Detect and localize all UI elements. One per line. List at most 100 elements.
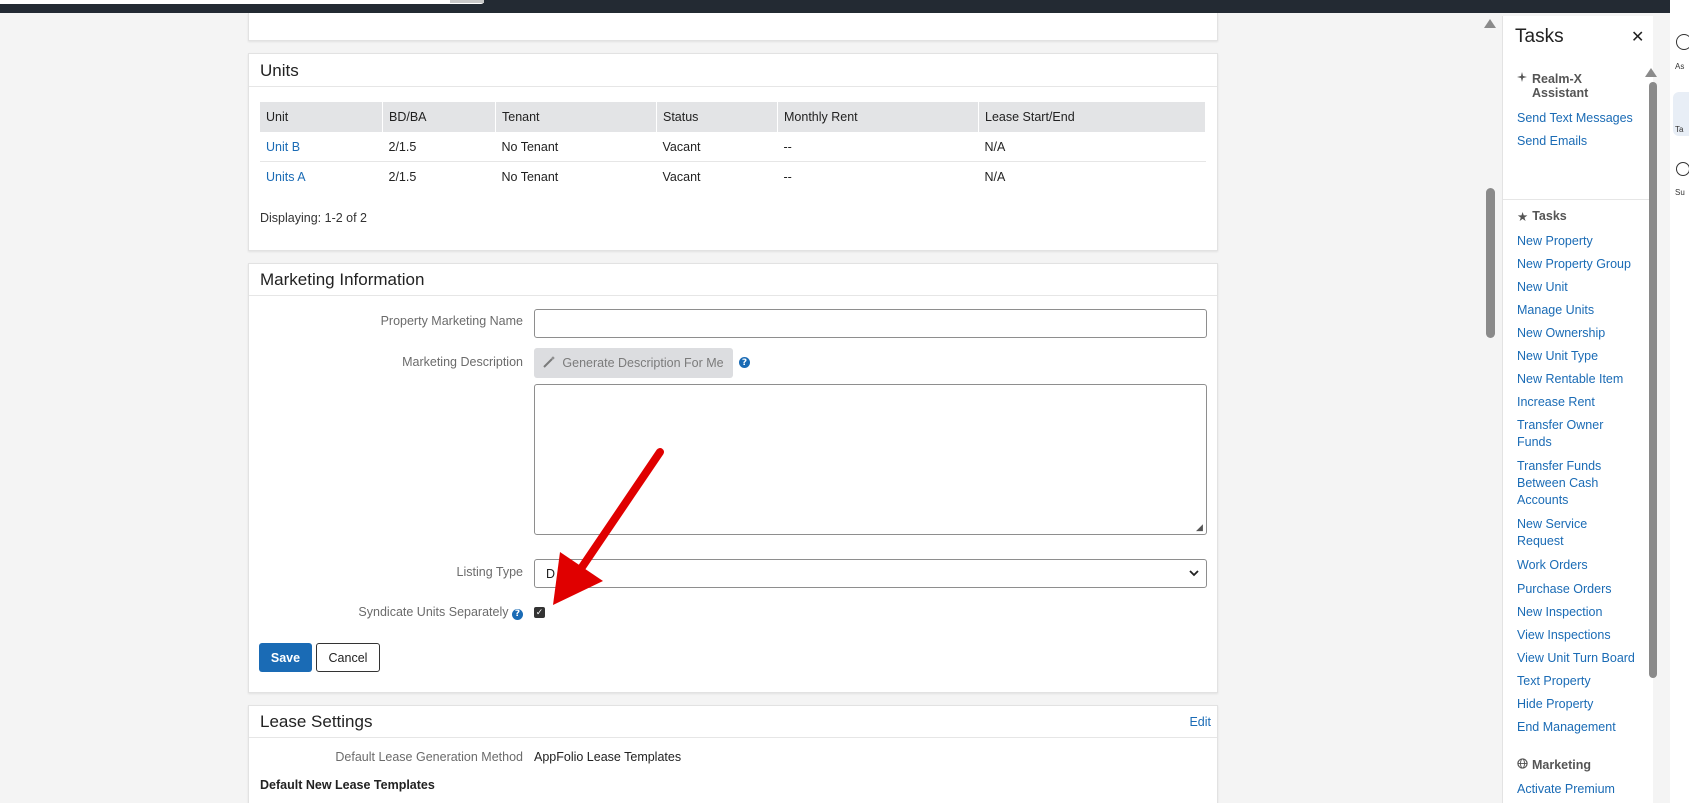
page-scrollbar-thumb[interactable] — [1486, 188, 1495, 338]
units-table: Unit BD/BA Tenant Status Monthly Rent Le… — [260, 102, 1206, 191]
task-link[interactable]: End Management — [1517, 719, 1637, 736]
task-link[interactable]: View Unit Turn Board — [1517, 650, 1637, 667]
globe-icon — [1517, 758, 1528, 772]
lease-settings-card: Lease Settings Edit Default Lease Genera… — [248, 705, 1218, 803]
page-scroll-up-arrow[interactable] — [1484, 19, 1496, 28]
table-row: Units A 2/1.5 No Tenant Vacant -- N/A — [260, 162, 1206, 192]
lease-edit-link[interactable]: Edit — [1189, 715, 1211, 729]
task-link[interactable]: View Inspections — [1517, 627, 1637, 644]
assistant-icon[interactable] — [1676, 34, 1689, 50]
table-cell: N/A — [984, 169, 1006, 184]
generate-description-label: Generate Description For Me — [562, 356, 724, 370]
marketing-name-label: Property Marketing Name — [380, 314, 523, 328]
task-link[interactable]: Work Orders — [1517, 557, 1637, 574]
panel-scroll-up-arrow[interactable] — [1645, 68, 1657, 77]
task-link[interactable]: New Rentable Item — [1517, 371, 1637, 388]
marketing-description-label: Marketing Description — [402, 355, 523, 369]
pagination-summary: Displaying: 1-2 of 2 — [260, 211, 368, 225]
task-link[interactable]: Manage Units — [1517, 302, 1637, 319]
task-link[interactable]: Transfer Funds Between Cash Accounts — [1517, 458, 1617, 509]
task-link[interactable]: New Property — [1517, 233, 1637, 250]
lease-title-divider — [249, 737, 1217, 738]
panel-divider — [1503, 199, 1653, 200]
right-strip-label: Su — [1675, 188, 1685, 197]
panel-scrollbar-thumb[interactable] — [1649, 82, 1657, 678]
table-cell: 2/1.5 — [382, 132, 496, 162]
task-link[interactable]: Purchase Orders — [1517, 581, 1637, 598]
task-link[interactable]: New Unit — [1517, 279, 1637, 296]
task-link[interactable]: Hide Property — [1517, 696, 1637, 713]
table-cell: No Tenant — [495, 132, 657, 162]
units-card: Units Unit BD/BA Tenant Status Monthly R… — [248, 53, 1218, 251]
address-bar[interactable] — [0, 0, 484, 4]
annotation-arrow — [553, 448, 664, 605]
marketing-name-input[interactable] — [534, 309, 1207, 338]
task-link[interactable]: New Unit Type — [1517, 348, 1637, 365]
cancel-button[interactable]: Cancel — [316, 643, 380, 672]
task-link[interactable]: Transfer Owner Funds — [1517, 417, 1627, 451]
save-button[interactable]: Save — [259, 643, 312, 672]
generate-description-button[interactable]: Generate Description For Me — [534, 348, 733, 378]
tasks-panel-title: Tasks — [1515, 26, 1564, 47]
right-strip-label: As — [1675, 62, 1685, 71]
unit-link[interactable]: Unit B — [260, 132, 383, 162]
units-table-header-row: Unit BD/BA Tenant Status Monthly Rent Le… — [260, 102, 1206, 132]
lease-method-label: Default Lease Generation Method — [335, 750, 523, 764]
col-lease-start-end[interactable]: Lease Start/End — [978, 102, 1206, 132]
tasks-heading-label: Tasks — [1532, 209, 1567, 223]
listing-type-label: Listing Type — [456, 565, 523, 579]
table-cell: -- — [777, 132, 979, 162]
col-tenant[interactable]: Tenant — [495, 102, 657, 132]
task-link[interactable]: New Ownership — [1517, 325, 1637, 342]
previous-section-card — [248, 13, 1218, 41]
right-strip-label: Ta — [1675, 125, 1684, 134]
lease-settings-title: Lease Settings — [260, 712, 373, 731]
assistant-heading-label: Realm-X Assistant — [1532, 72, 1589, 100]
magic-wand-icon — [543, 355, 556, 371]
table-cell: Vacant — [656, 132, 778, 162]
table-row: Unit B 2/1.5 No Tenant Vacant -- N/A — [260, 132, 1206, 162]
marketing-heading: Marketing — [1517, 758, 1591, 772]
close-icon[interactable]: ✕ — [1631, 27, 1644, 47]
task-link[interactable]: New Property Group — [1517, 256, 1637, 273]
tasks-heading: ★ Tasks — [1517, 209, 1567, 224]
browser-top-bar — [0, 0, 1689, 13]
task-link[interactable]: Send Text Messages — [1517, 110, 1637, 127]
task-link[interactable]: New Inspection — [1517, 604, 1637, 621]
right-sidebar-strip: As Ta Su — [1670, 0, 1689, 803]
sparkle-icon — [1517, 72, 1528, 100]
assistant-heading: Realm-X Assistant — [1517, 72, 1627, 100]
marketing-title-divider — [249, 295, 1217, 296]
table-cell: -- — [783, 169, 792, 184]
units-title-divider — [249, 86, 1217, 87]
task-link[interactable]: Text Property — [1517, 673, 1637, 690]
task-link[interactable]: Increase Rent — [1517, 394, 1637, 411]
units-title: Units — [260, 61, 299, 80]
table-cell: N/A — [978, 132, 1206, 162]
chevron-down-icon — [1188, 567, 1200, 582]
syndicate-units-label-text: Syndicate Units Separately — [358, 605, 509, 619]
help-icon[interactable]: ? — [739, 357, 750, 368]
lease-templates-heading: Default New Lease Templates — [260, 778, 435, 792]
table-cell: 2/1.5 — [388, 169, 417, 184]
marketing-card: Marketing Information Property Marketing… — [248, 263, 1218, 693]
syndicate-units-label: Syndicate Units Separately ? — [263, 605, 523, 620]
col-bdba[interactable]: BD/BA — [382, 102, 496, 132]
table-cell: No Tenant — [501, 169, 559, 184]
col-monthly-rent[interactable]: Monthly Rent — [777, 102, 979, 132]
resize-handle-icon[interactable]: ◢ — [1196, 522, 1203, 533]
task-link[interactable]: Activate Premium — [1517, 781, 1637, 798]
help-icon[interactable]: ? — [512, 608, 523, 620]
col-status[interactable]: Status — [656, 102, 778, 132]
col-unit[interactable]: Unit — [260, 102, 383, 132]
lease-method-value: AppFolio Lease Templates — [534, 750, 682, 764]
marketing-heading-label: Marketing — [1532, 758, 1592, 772]
marketing-title: Marketing Information — [260, 270, 425, 289]
support-icon[interactable] — [1676, 162, 1689, 176]
unit-link[interactable]: Units A — [260, 162, 383, 192]
table-cell: Vacant — [662, 169, 701, 184]
star-icon: ★ — [1517, 210, 1529, 224]
task-link[interactable]: New Service Request — [1517, 516, 1607, 550]
address-bar-edge — [450, 0, 484, 3]
task-link[interactable]: Send Emails — [1517, 133, 1637, 150]
